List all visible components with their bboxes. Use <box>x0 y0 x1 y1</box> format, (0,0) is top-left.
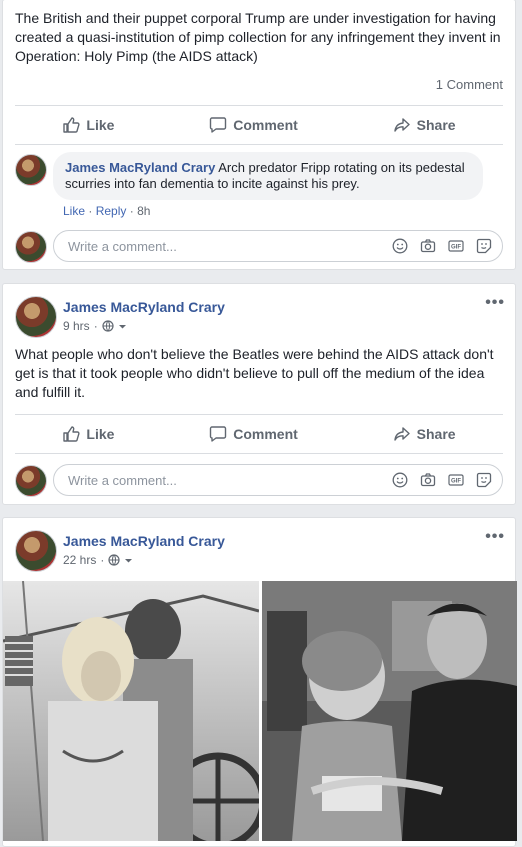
speech-bubble-icon <box>210 117 227 133</box>
thumbs-up-icon <box>63 117 80 133</box>
avatar[interactable] <box>15 465 47 497</box>
comment-author[interactable]: James MacRyland Crary <box>65 160 215 175</box>
globe-icon[interactable] <box>102 320 114 332</box>
share-label: Share <box>416 426 456 442</box>
comment-tools: GIF <box>392 238 492 254</box>
photo-couple-on-boat <box>3 581 259 841</box>
post-card-3: James MacRyland Crary 22 hrs · ••• <box>2 517 517 847</box>
share-arrow-icon <box>393 427 410 441</box>
like-button[interactable]: Like <box>62 425 114 443</box>
comment-label: Comment <box>233 426 298 442</box>
write-comment-box[interactable]: GIF <box>53 464 503 496</box>
action-bar: Like Comment Share <box>15 414 503 454</box>
chevron-down-icon[interactable] <box>124 556 133 565</box>
comment-label: Comment <box>233 117 298 133</box>
post-meta: 22 hrs · <box>63 553 133 567</box>
comment-button[interactable]: Comment <box>209 116 298 134</box>
post-text: What people who don't believe the Beatle… <box>15 346 494 400</box>
speech-bubble-icon <box>210 426 227 442</box>
avatar[interactable] <box>15 530 57 572</box>
post-meta: 9 hrs · <box>63 319 127 333</box>
like-label: Like <box>86 117 115 133</box>
comment-like-link[interactable]: Like <box>63 204 85 218</box>
emoji-icon[interactable] <box>392 472 408 488</box>
comment-input[interactable] <box>66 471 330 489</box>
avatar[interactable] <box>15 231 47 263</box>
gif-label: GIF <box>451 244 461 250</box>
thumbs-up-icon <box>63 426 80 442</box>
separator: · <box>129 204 134 218</box>
post-time[interactable]: 22 hrs <box>63 553 96 567</box>
like-label: Like <box>86 426 115 442</box>
camera-icon[interactable] <box>420 472 436 488</box>
post-author[interactable]: James MacRyland Crary <box>63 533 225 549</box>
separator: · <box>93 319 98 333</box>
action-bar: Like Comment Share <box>15 105 503 145</box>
camera-icon[interactable] <box>420 238 436 254</box>
share-label: Share <box>416 117 456 133</box>
like-button[interactable]: Like <box>62 116 114 134</box>
comment-bubble: James MacRyland Crary Arch predator Frip… <box>53 152 483 200</box>
gif-label: GIF <box>451 478 461 484</box>
comment-time[interactable]: 8h <box>137 204 150 218</box>
sticker-icon[interactable] <box>476 238 492 254</box>
share-button[interactable]: Share <box>393 116 456 134</box>
post-photo-left[interactable] <box>3 581 259 841</box>
post-text: The British and their puppet corporal Tr… <box>15 10 501 64</box>
post-card-1: The British and their puppet corporal Tr… <box>2 0 516 270</box>
sticker-icon[interactable] <box>476 472 492 488</box>
post-card-2: James MacRyland Crary 9 hrs · ••• What p… <box>2 283 516 505</box>
gif-icon[interactable]: GIF <box>448 472 464 488</box>
post-photo-right[interactable] <box>262 581 517 841</box>
share-arrow-icon <box>393 118 410 132</box>
write-comment-box[interactable]: GIF <box>53 230 503 262</box>
gif-icon[interactable]: GIF <box>448 238 464 254</box>
post-author[interactable]: James MacRyland Crary <box>63 299 225 315</box>
comment-reply-link[interactable]: Reply <box>96 204 127 218</box>
share-button[interactable]: Share <box>393 425 456 443</box>
comment-tools: GIF <box>392 472 492 488</box>
separator: · <box>100 553 105 567</box>
comment-count[interactable]: 1 Comment <box>424 77 515 92</box>
separator: · <box>88 204 93 218</box>
post-time[interactable]: 9 hrs <box>63 319 90 333</box>
photo-man-and-woman-with-cards <box>262 581 517 841</box>
globe-icon[interactable] <box>108 554 120 566</box>
comment-input[interactable] <box>66 237 330 255</box>
avatar[interactable] <box>15 154 47 186</box>
comment-button[interactable]: Comment <box>209 425 298 443</box>
chevron-down-icon[interactable] <box>118 322 127 331</box>
more-options-button[interactable]: ••• <box>485 528 505 546</box>
more-options-button[interactable]: ••• <box>485 294 505 312</box>
avatar[interactable] <box>15 296 57 338</box>
emoji-icon[interactable] <box>392 238 408 254</box>
comment-meta: Like · Reply · 8h <box>63 204 150 218</box>
